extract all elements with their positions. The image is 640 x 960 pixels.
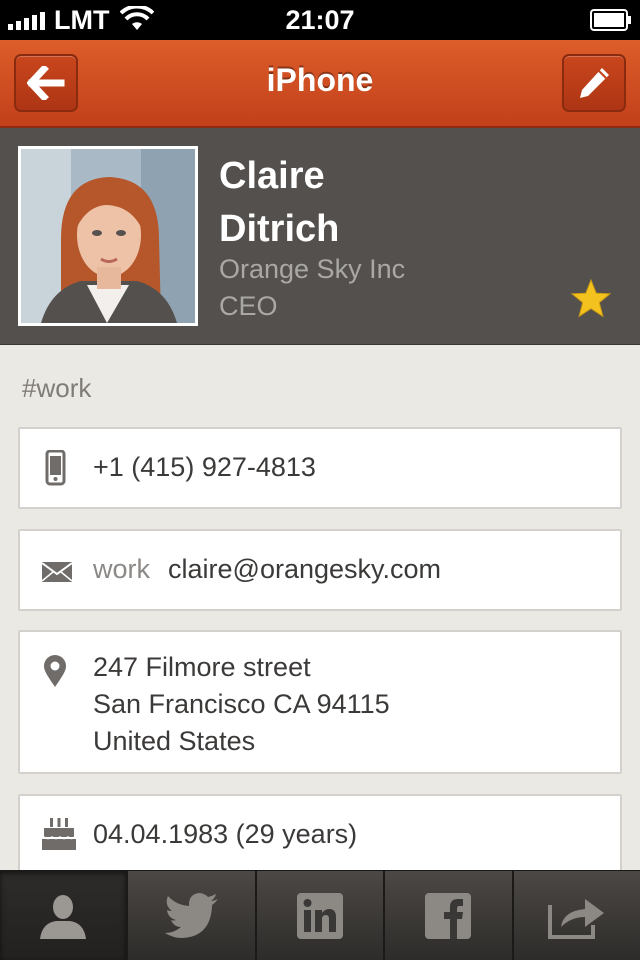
email-address: claire@orangesky.com	[168, 554, 442, 584]
address-city: San Francisco CA 94115	[93, 689, 390, 719]
person-icon	[40, 894, 87, 939]
facebook-icon	[425, 892, 472, 939]
group-tag[interactable]: #work	[22, 373, 91, 404]
company-name: Orange Sky Inc	[219, 254, 406, 284]
tab-share[interactable]	[511, 871, 640, 960]
phone-card[interactable]: +1 (415) 927-4813	[18, 427, 622, 509]
location-pin-icon	[44, 655, 66, 687]
contact-name: Claire Ditrich	[219, 150, 549, 256]
address-street: 247 Filmore street	[93, 652, 311, 682]
job-title: CEO	[219, 291, 278, 321]
contact-details: #work +1 (415) 927-4813 work claire@orang…	[0, 345, 640, 870]
star-icon[interactable]	[570, 278, 612, 320]
contact-header: Claire Ditrich Orange Sky Inc CEO	[0, 128, 640, 345]
tab-bar	[0, 870, 640, 960]
edit-button[interactable]	[562, 54, 626, 112]
address-card[interactable]: 247 Filmore street San Francisco CA 9411…	[18, 630, 622, 774]
birthday-card[interactable]: 04.04.1983 (29 years)	[18, 794, 622, 870]
address-country: United States	[93, 726, 256, 756]
clock: 21:07	[285, 5, 355, 35]
birthday-cake-icon	[42, 818, 76, 850]
pencil-icon	[580, 68, 609, 98]
email-card[interactable]: work claire@orangesky.com	[18, 529, 622, 611]
tab-facebook[interactable]	[383, 871, 511, 960]
twitter-icon	[164, 892, 218, 938]
email-label: work	[93, 554, 151, 584]
page-title: iPhone	[266, 62, 374, 98]
tab-linkedin[interactable]	[254, 871, 383, 960]
tab-profile[interactable]	[0, 871, 127, 960]
phone-number: +1 (415) 927-4813	[93, 452, 316, 482]
birthday-date: 04.04.1983 (29 years)	[93, 819, 358, 849]
first-name: Claire	[219, 155, 325, 197]
share-icon	[547, 898, 604, 939]
last-name: Ditrich	[219, 208, 340, 250]
status-bar: LMT 21:07	[0, 0, 640, 40]
linkedin-icon	[297, 892, 344, 939]
mobile-phone-icon	[45, 450, 66, 486]
navigation-bar: iPhone	[0, 40, 640, 128]
tab-twitter[interactable]	[126, 871, 254, 960]
contact-photo[interactable]	[18, 146, 198, 326]
envelope-icon	[42, 562, 72, 582]
battery-icon	[590, 9, 631, 31]
